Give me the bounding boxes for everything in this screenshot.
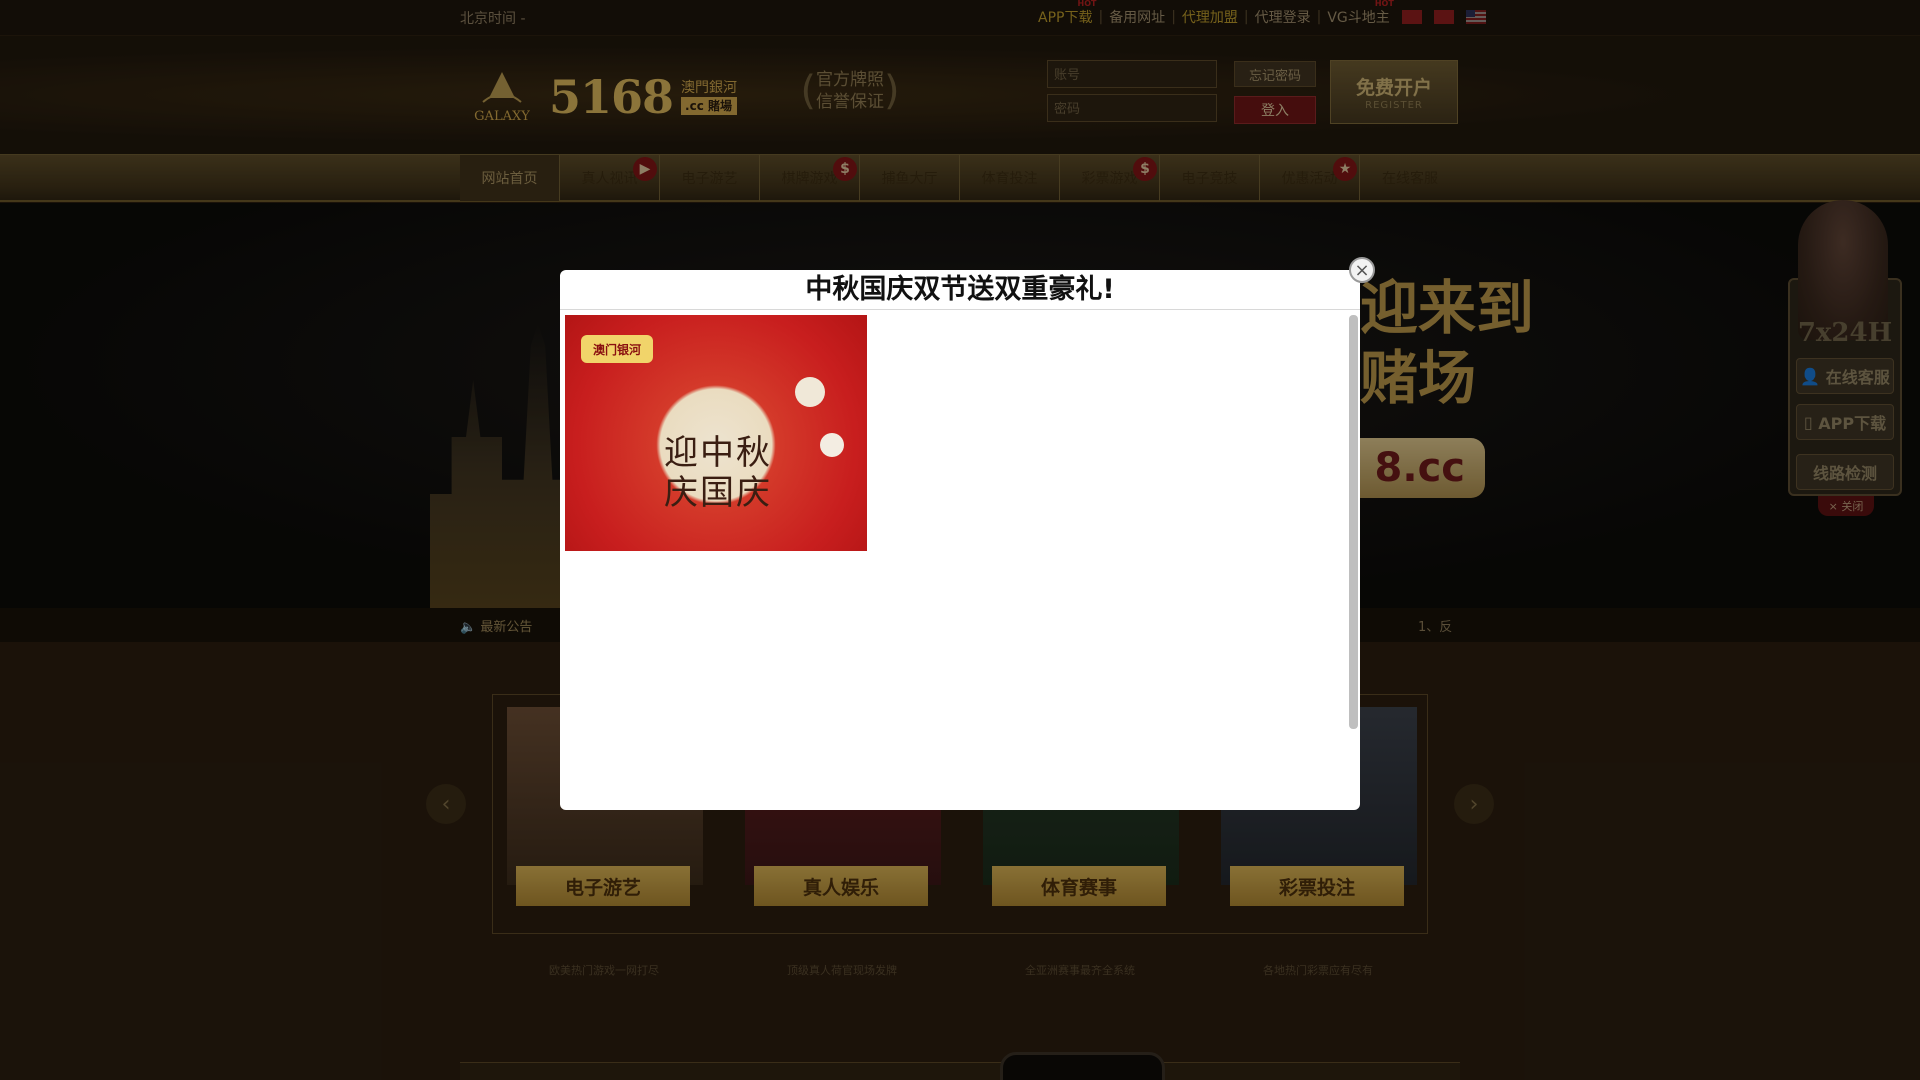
modal-body: 澳门银河 迎中秋 庆国庆 <box>560 311 1360 801</box>
promo-image[interactable]: 澳门银河 迎中秋 庆国庆 <box>565 315 867 551</box>
moon-icon <box>820 433 844 457</box>
modal-title: 中秋国庆双节送双重豪礼! <box>560 270 1360 310</box>
moon-icon <box>795 377 825 407</box>
promo-modal: 中秋国庆双节送双重豪礼! 澳门银河 迎中秋 庆国庆 <box>560 270 1360 810</box>
modal-scrollbar[interactable] <box>1349 315 1358 729</box>
promo-calligraphy: 迎中秋 庆国庆 <box>664 433 772 513</box>
modal-close-button[interactable]: × <box>1349 257 1375 283</box>
close-icon: × <box>1354 259 1370 281</box>
promo-logo-tag: 澳门银河 <box>581 335 653 363</box>
